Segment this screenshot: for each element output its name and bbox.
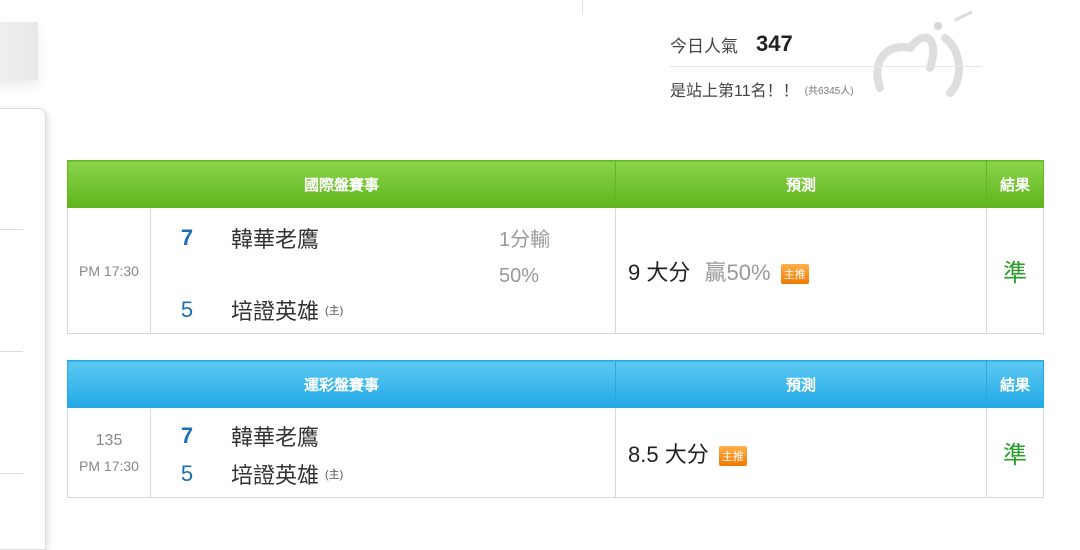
result-header: 結果 (986, 160, 1045, 208)
result-header: 結果 (986, 360, 1045, 408)
host-mark: (主) (325, 469, 344, 481)
prediction-cell: 8.5 大分 主推 (615, 407, 988, 498)
game-code-time: 135 PM 17:30 (67, 407, 151, 498)
total-users-text: (共6345人) (804, 85, 854, 97)
home-team-row: 5 培證英雄 (主) (167, 294, 343, 326)
away-team-row: 7 韓華老鷹 (167, 420, 319, 452)
result-value: 準 (986, 207, 1045, 334)
win-rate: 贏50% (704, 259, 771, 285)
prediction-cell: 9 大分 贏50% 主推 (615, 207, 988, 334)
table-row[interactable]: 135 PM 17:30 7 韓華老鷹 5 培證英雄 (主) 8.5 大分 主推… (67, 407, 1045, 498)
prediction-header: 預測 (615, 360, 988, 408)
popularity-count: 347 (756, 31, 793, 56)
odds-line: 1分輸 (499, 229, 551, 251)
sidebar-divider (0, 473, 23, 474)
prediction-pick: 8.5 大分 (628, 441, 709, 467)
prediction-pick: 9 大分 (628, 259, 691, 285)
lottery-table: 運彩盤賽事 預測 結果 135 PM 17:30 7 韓華老鷹 5 培證英雄 (… (66, 360, 1045, 498)
game-time: PM 17:30 (67, 207, 151, 334)
odds-percent: 50% (499, 265, 540, 287)
teams-cell: 7 韓華老鷹 1分輸 50% 5 培證英雄 (主) (149, 207, 617, 334)
sidebar-shadow (0, 22, 38, 80)
table-header: 運彩盤賽事 預測 結果 (66, 360, 1045, 408)
featured-badge: 主推 (780, 263, 809, 284)
rank-text: 是站上第11名！！ (670, 83, 799, 100)
away-team-name[interactable]: 韓華老鷹 (231, 222, 319, 254)
teams-cell: 7 韓華老鷹 5 培證英雄 (主) (149, 407, 617, 498)
table-row[interactable]: PM 17:30 7 韓華老鷹 1分輸 50% 5 培證英雄 (主) 9 大分 … (67, 207, 1045, 334)
international-table: 國際盤賽事 預測 結果 PM 17:30 7 韓華老鷹 1分輸 50% 5 培證… (66, 160, 1045, 334)
table-header: 國際盤賽事 預測 結果 (66, 160, 1045, 208)
away-team-row: 7 韓華老鷹 (167, 222, 319, 254)
home-score: 5 (180, 297, 194, 322)
featured-badge: 主推 (718, 445, 747, 466)
top-divider (582, 0, 583, 14)
event-header: 國際盤賽事 (66, 160, 617, 208)
event-header: 運彩盤賽事 (66, 360, 617, 408)
home-team-name[interactable]: 培證英雄 (231, 294, 319, 326)
host-mark: (主) (325, 305, 344, 317)
away-team-name[interactable]: 韓華老鷹 (231, 420, 319, 452)
home-team-row: 5 培證英雄 (主) (167, 458, 343, 490)
result-value: 準 (986, 407, 1045, 498)
away-score: 7 (180, 423, 194, 448)
sidebar-divider (0, 229, 23, 230)
sidebar-divider (0, 351, 23, 352)
home-score: 5 (180, 461, 194, 486)
game-code: 135 (95, 431, 123, 449)
sidebar-panel (0, 108, 46, 550)
popularity-label: 今日人氣 (670, 36, 738, 56)
popularity-panel: 今日人氣 347 是站上第11名！！ (共6345人) (670, 22, 982, 111)
odds-info: 1分輸 50% (499, 222, 550, 294)
game-time: PM 17:30 (79, 457, 139, 474)
away-score: 7 (180, 225, 194, 250)
home-team-name[interactable]: 培證英雄 (231, 458, 319, 490)
prediction-header: 預測 (615, 160, 988, 208)
